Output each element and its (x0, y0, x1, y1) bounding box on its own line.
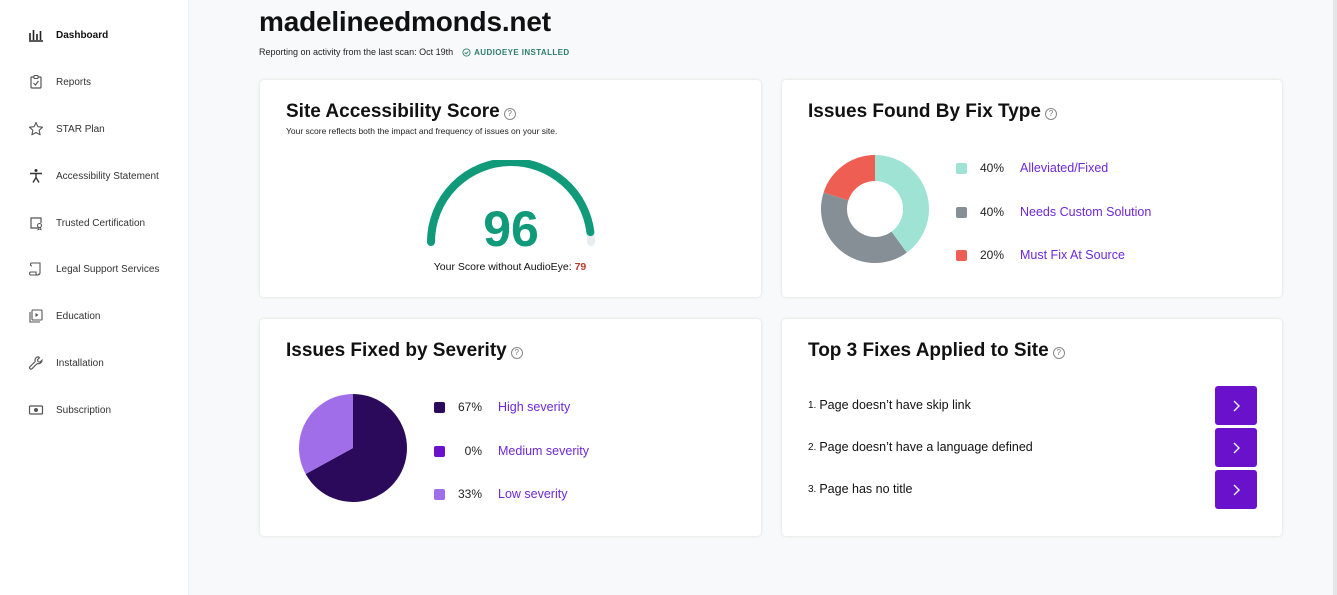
money-icon (28, 402, 44, 418)
score-without-label: Your Score without AudioEye: (433, 261, 572, 273)
sidebar-item-installation[interactable]: Installation (0, 348, 189, 378)
fix-detail-button[interactable] (1215, 386, 1257, 425)
severity-card: Issues Fixed by Severity ? 67% High seve… (260, 319, 761, 536)
installed-badge: AUDIOEYE INSTALLED (462, 48, 570, 57)
fix-item: 3. Page has no title (808, 482, 912, 496)
legend-item: 40% Needs Custom Solution (956, 205, 1151, 219)
sidebar-item-reports[interactable]: Reports (0, 67, 189, 97)
score-without-value: 79 (574, 261, 587, 273)
star-icon (28, 121, 44, 137)
legend-pct: 33% (457, 487, 482, 501)
fix-number: 3. (808, 483, 817, 495)
high-severity-link[interactable]: High severity (498, 400, 570, 414)
sidebar-item-label: Dashboard (56, 29, 109, 41)
fix-text: Page doesn’t have skip link (819, 398, 971, 412)
sidebar-item-label: Reports (56, 76, 92, 88)
sidebar-item-legal-support[interactable]: Legal Support Services (0, 254, 189, 284)
medium-severity-link[interactable]: Medium severity (498, 444, 589, 458)
score-without-audioeye: Your Score without AudioEye: 79 (260, 261, 760, 273)
certificate-icon (28, 215, 44, 231)
alleviated-fixed-link[interactable]: Alleviated/Fixed (1020, 161, 1108, 175)
score-value: 96 (483, 201, 539, 257)
card-title-text: Issues Fixed by Severity (286, 340, 507, 361)
clipboard-icon (28, 74, 44, 90)
wrench-icon (28, 355, 44, 371)
legend-swatch (434, 401, 445, 413)
scroll-icon (28, 261, 44, 277)
sidebar-item-label: Accessibility Statement (56, 170, 159, 182)
bar-chart-icon (28, 27, 44, 43)
fix-number: 2. (808, 441, 817, 453)
card-title: Issues Found By Fix Type ? (808, 101, 1057, 123)
sidebar: Dashboard Reports STAR Plan Accessibilit… (0, 0, 189, 595)
sidebar-item-label: STAR Plan (56, 123, 105, 135)
card-title: Site Accessibility Score ? (286, 101, 516, 123)
must-fix-at-source-link[interactable]: Must Fix At Source (1020, 248, 1125, 262)
legend-pct: 40% (979, 161, 1004, 175)
sidebar-item-label: Education (56, 310, 101, 322)
top-fixes-card: Top 3 Fixes Applied to Site ? 1. Page do… (782, 319, 1282, 536)
legend-pct: 20% (979, 248, 1004, 262)
scrollbar[interactable] (1333, 0, 1337, 595)
accessibility-score-card: Site Accessibility Score ? Your score re… (260, 80, 761, 297)
sidebar-item-star-plan[interactable]: STAR Plan (0, 114, 189, 144)
legend-pct: 40% (979, 205, 1004, 219)
legend-item: 67% High severity (434, 400, 570, 414)
sidebar-item-label: Installation (56, 357, 104, 369)
person-icon (28, 168, 44, 184)
severity-pie-chart (299, 394, 407, 502)
help-icon[interactable]: ? (1044, 107, 1057, 120)
report-text: Reporting on activity from the last scan… (259, 47, 454, 57)
report-info: Reporting on activity from the last scan… (259, 47, 570, 57)
fix-type-donut-chart (821, 155, 929, 263)
chevron-right-icon (1233, 442, 1240, 453)
legend-pct: 67% (457, 400, 482, 414)
fix-item: 2. Page doesn’t have a language defined (808, 440, 1033, 454)
legend-pct: 0% (464, 444, 482, 458)
check-circle-icon (462, 47, 471, 57)
fix-type-donut-hole (847, 181, 903, 237)
installed-text: AUDIOEYE INSTALLED (474, 47, 570, 57)
legend-swatch (434, 445, 445, 457)
play-box-icon (28, 308, 44, 324)
card-subtitle: Your score reflects both the impact and … (286, 126, 558, 136)
fix-number: 1. (808, 399, 817, 411)
sidebar-item-accessibility-statement[interactable]: Accessibility Statement (0, 161, 189, 191)
sidebar-item-label: Trusted Certification (56, 217, 146, 229)
chevron-right-icon (1233, 484, 1240, 495)
help-icon[interactable]: ? (1052, 346, 1065, 359)
sidebar-item-label: Legal Support Services (56, 263, 160, 275)
legend-swatch (956, 206, 967, 218)
chevron-right-icon (1233, 400, 1240, 411)
site-title: madelineedmonds.net (259, 6, 551, 37)
card-title: Top 3 Fixes Applied to Site ? (808, 340, 1065, 362)
sidebar-item-trusted-certification[interactable]: Trusted Certification (0, 208, 189, 238)
sidebar-item-education[interactable]: Education (0, 301, 189, 331)
needs-custom-solution-link[interactable]: Needs Custom Solution (1020, 205, 1151, 219)
legend-swatch (956, 162, 967, 174)
fix-item: 1. Page doesn’t have skip link (808, 398, 971, 412)
legend-swatch (956, 249, 967, 261)
sidebar-item-dashboard[interactable]: Dashboard (0, 20, 189, 50)
sidebar-item-subscription[interactable]: Subscription (0, 395, 189, 425)
fix-type-card: Issues Found By Fix Type ? 40% Alleviate… (782, 80, 1282, 297)
fix-detail-button[interactable] (1215, 428, 1257, 467)
legend-item: 33% Low severity (434, 487, 567, 501)
help-icon[interactable]: ? (503, 107, 516, 120)
fix-detail-button[interactable] (1215, 470, 1257, 509)
fix-text: Page has no title (819, 482, 913, 496)
legend-item: 0% Medium severity (434, 444, 589, 458)
legend-item: 40% Alleviated/Fixed (956, 161, 1108, 175)
sidebar-item-label: Subscription (56, 404, 112, 416)
fix-text: Page doesn’t have a language defined (819, 440, 1033, 454)
legend-swatch (434, 488, 445, 500)
card-title-text: Site Accessibility Score (286, 101, 500, 122)
card-title-text: Top 3 Fixes Applied to Site (808, 340, 1049, 361)
card-title: Issues Fixed by Severity ? (286, 340, 523, 362)
help-icon[interactable]: ? (510, 346, 523, 359)
legend-item: 20% Must Fix At Source (956, 248, 1125, 262)
card-title-text: Issues Found By Fix Type (808, 101, 1041, 122)
low-severity-link[interactable]: Low severity (498, 487, 567, 501)
